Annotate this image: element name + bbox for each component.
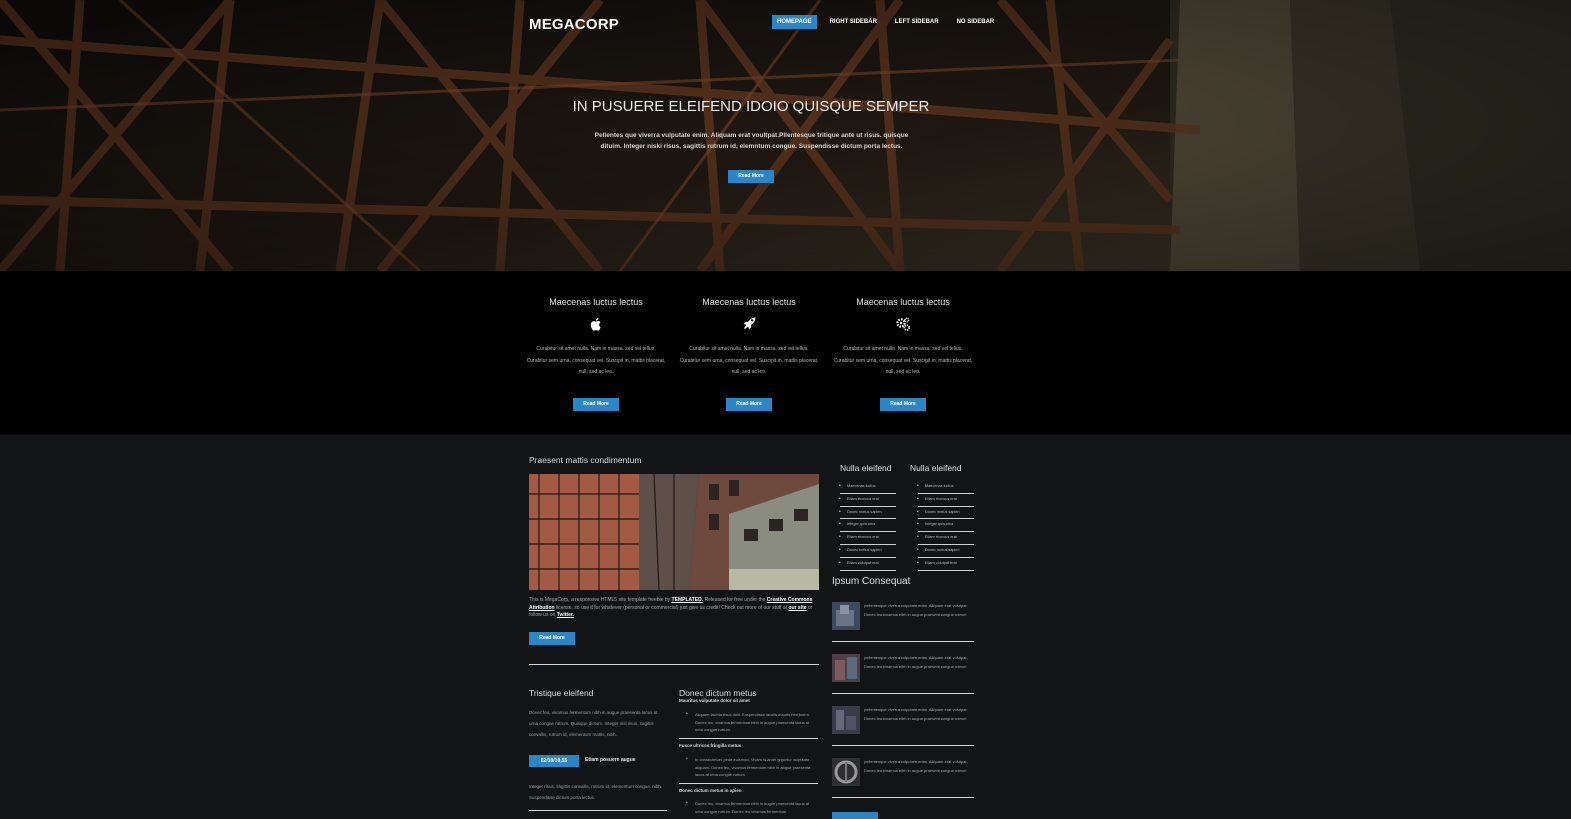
divider	[832, 641, 974, 642]
news-item[interactable]: pellentesque viverra vulputate enim. Ali…	[832, 706, 974, 746]
feature-card: Maecenas luctus lectus Curabitur sit ame…	[679, 271, 819, 411]
main-read-more-button[interactable]: Read More	[529, 632, 575, 645]
hero-read-more-button[interactable]: Read More	[728, 170, 774, 183]
divider	[832, 797, 974, 798]
donec-list: Donec leo, vivamus fermentum nibh in aug…	[683, 800, 818, 815]
features-section: Maecenas luctus lectus Curabitur sit ame…	[0, 271, 1571, 435]
divider	[529, 810, 667, 811]
nav-right-sidebar[interactable]: RIGHT SIDEBAR	[825, 15, 882, 29]
sidebar-link[interactable]: Maecenas luctus	[917, 481, 974, 494]
nav-no-sidebar[interactable]: NO SIDEBAR	[952, 15, 1000, 29]
sidebar-link[interactable]: Donec metus sapien	[839, 507, 896, 520]
nav-left-sidebar[interactable]: LEFT SIDEBAR	[890, 15, 944, 29]
feature-text: Curabitur sit amet nulla. Nam in massa. …	[526, 346, 666, 375]
sidebar-link[interactable]: Donec metus sapien	[917, 507, 974, 520]
site-logo[interactable]: MEGACORP	[529, 16, 619, 33]
news-thumbnail	[832, 758, 860, 786]
news-item[interactable]: pellentesque viverra vulputate enim. Ali…	[832, 758, 974, 798]
ipsum-heading: Ipsum Consequat	[832, 576, 911, 587]
gears-icon	[896, 317, 911, 331]
sidebar-list-heading: Nulla eleifend	[910, 463, 962, 473]
templated-link[interactable]: TEMPLATED.	[672, 597, 704, 603]
sidebar-link[interactable]: Donec metus sapien	[917, 545, 974, 558]
news-thumbnail	[832, 654, 860, 682]
sidebar-link[interactable]: Maecenas luctus	[839, 481, 896, 494]
date-badge-label: Etiam posuere augue	[585, 757, 636, 763]
feature-title: Maecenas luctus lectus	[702, 297, 796, 307]
sidebar-link[interactable]: Etiam rhoncus erat	[917, 494, 974, 507]
nav-homepage[interactable]: HOMEPAGE	[772, 15, 817, 29]
intro-paragraph: This is MegaCorp, a responsive HTML5 sit…	[529, 597, 819, 620]
list-item: Donec leo, vivamus fermentum nibh in aug…	[683, 800, 818, 815]
sidebar-link[interactable]: Integer quis uma	[839, 519, 896, 533]
feature-text: Curabitur sit amet nulla. Nam in massa. …	[833, 346, 973, 375]
donec-subtitle: Mauritus vulputate dolor sit amet	[679, 698, 750, 703]
our-site-link[interactable]: our site	[788, 605, 806, 611]
donec-subtitle: Donec dictum metus in apien	[679, 788, 742, 793]
sidebar-more-button[interactable]	[832, 812, 878, 819]
date-badge-button[interactable]: 02/10/10,55	[529, 755, 579, 767]
news-thumbnail	[832, 602, 860, 630]
sidebar-link[interactable]: Donec metus sapien	[839, 545, 896, 558]
news-thumbnail	[832, 706, 860, 734]
hero-banner: MEGACORP HOMEPAGE RIGHT SIDEBAR LEFT SID…	[0, 0, 1571, 271]
intro-text: This is MegaCorp, a responsive HTML5 sit…	[529, 597, 672, 603]
feature-read-more-button[interactable]: Read More	[573, 397, 619, 411]
sidebar-link[interactable]: Etiam rhoncus erat	[917, 532, 974, 545]
sidebar-link[interactable]: Integer quis uma	[917, 519, 974, 533]
feature-title: Maecenas luctus lectus	[549, 297, 643, 307]
section-heading: Praesent mattis condimentum	[529, 455, 642, 465]
apple-icon	[590, 318, 601, 331]
sidebar-link-list: Maecenas luctus Etiam rhoncus erat Donec…	[917, 481, 974, 571]
building-photo	[529, 474, 819, 590]
donec-list: Aliquam lacinia risus dolli. Suspendisse…	[683, 711, 818, 734]
list-item: In consectetuer pede euismod. Vivam id a…	[683, 756, 818, 779]
twitter-link[interactable]: Twitter.	[557, 612, 574, 618]
divider	[832, 693, 974, 694]
feature-text: Curabitur sit amet nulla. Nam in massa. …	[679, 346, 819, 375]
sidebar-link[interactable]: Etiam rhoncus erat	[839, 532, 896, 545]
divider	[832, 745, 974, 746]
sidebar-link-list: Maecenas luctus Etiam rhoncus erat Donec…	[839, 481, 896, 571]
divider	[679, 783, 818, 784]
feature-read-more-button[interactable]: Read More	[726, 397, 772, 411]
divider	[529, 664, 819, 665]
feature-title: Maecenas luctus lectus	[856, 297, 950, 307]
hero-title: IN PUSUERE ELEIFEND IDOIO QUISQUE SEMPER	[572, 98, 930, 115]
tristique-heading: Tristique eleifend	[529, 688, 594, 698]
sidebar-link[interactable]: Etiam rhoncus erat	[839, 494, 896, 507]
hero-subtitle: Pellentes que viverra vulputate enim. Al…	[594, 132, 909, 150]
main-nav: HOMEPAGE RIGHT SIDEBAR LEFT SIDEBAR NO S…	[772, 15, 1007, 29]
feature-card: Maecenas luctus lectus Curabitur sit ame…	[833, 271, 973, 411]
donec-subtitle: Fusce ultrices fringilla metus	[679, 743, 742, 748]
intro-text: license, so use it for whatever (persona…	[554, 604, 789, 611]
tristique-text: Donec leo, vivamus fermentum nibh in aug…	[529, 710, 658, 737]
news-text: pellentesque viverra vulputate enim. Ali…	[864, 603, 968, 617]
news-item[interactable]: pellentesque viverra vulputate enim. Ali…	[832, 654, 974, 694]
feature-read-more-button[interactable]: Read More	[880, 397, 926, 411]
feature-card: Maecenas luctus lectus Curabitur sit ame…	[526, 271, 666, 411]
divider	[679, 738, 818, 739]
rocket-icon	[743, 317, 756, 330]
donec-list: In consectetuer pede euismod. Vivam id a…	[683, 756, 818, 779]
news-text: pellentesque viverra vulputate enim. Ali…	[864, 655, 968, 669]
main-column: Praesent mattis condimentum	[529, 435, 819, 465]
sidebar-list-heading: Nulla eleifend	[840, 463, 892, 473]
sidebar-link[interactable]: Etiam volutpat erat	[917, 558, 974, 571]
list-item: Aliquam lacinia risus dolli. Suspendisse…	[683, 711, 818, 734]
tristique-text-2: Integer risus, sagittis convallis, rutru…	[529, 784, 663, 800]
intro-text: Released for free under the	[703, 597, 767, 603]
news-text: pellentesque viverra vulputate enim. Ali…	[864, 759, 968, 773]
sidebar-link[interactable]: Etiam volutpat erat	[839, 558, 896, 571]
donec-heading: Donec dictum metus	[679, 688, 757, 698]
news-item[interactable]: pellentesque viverra vulputate enim. Ali…	[832, 602, 974, 642]
news-text: pellentesque viverra vulputate enim. Ali…	[864, 707, 968, 721]
